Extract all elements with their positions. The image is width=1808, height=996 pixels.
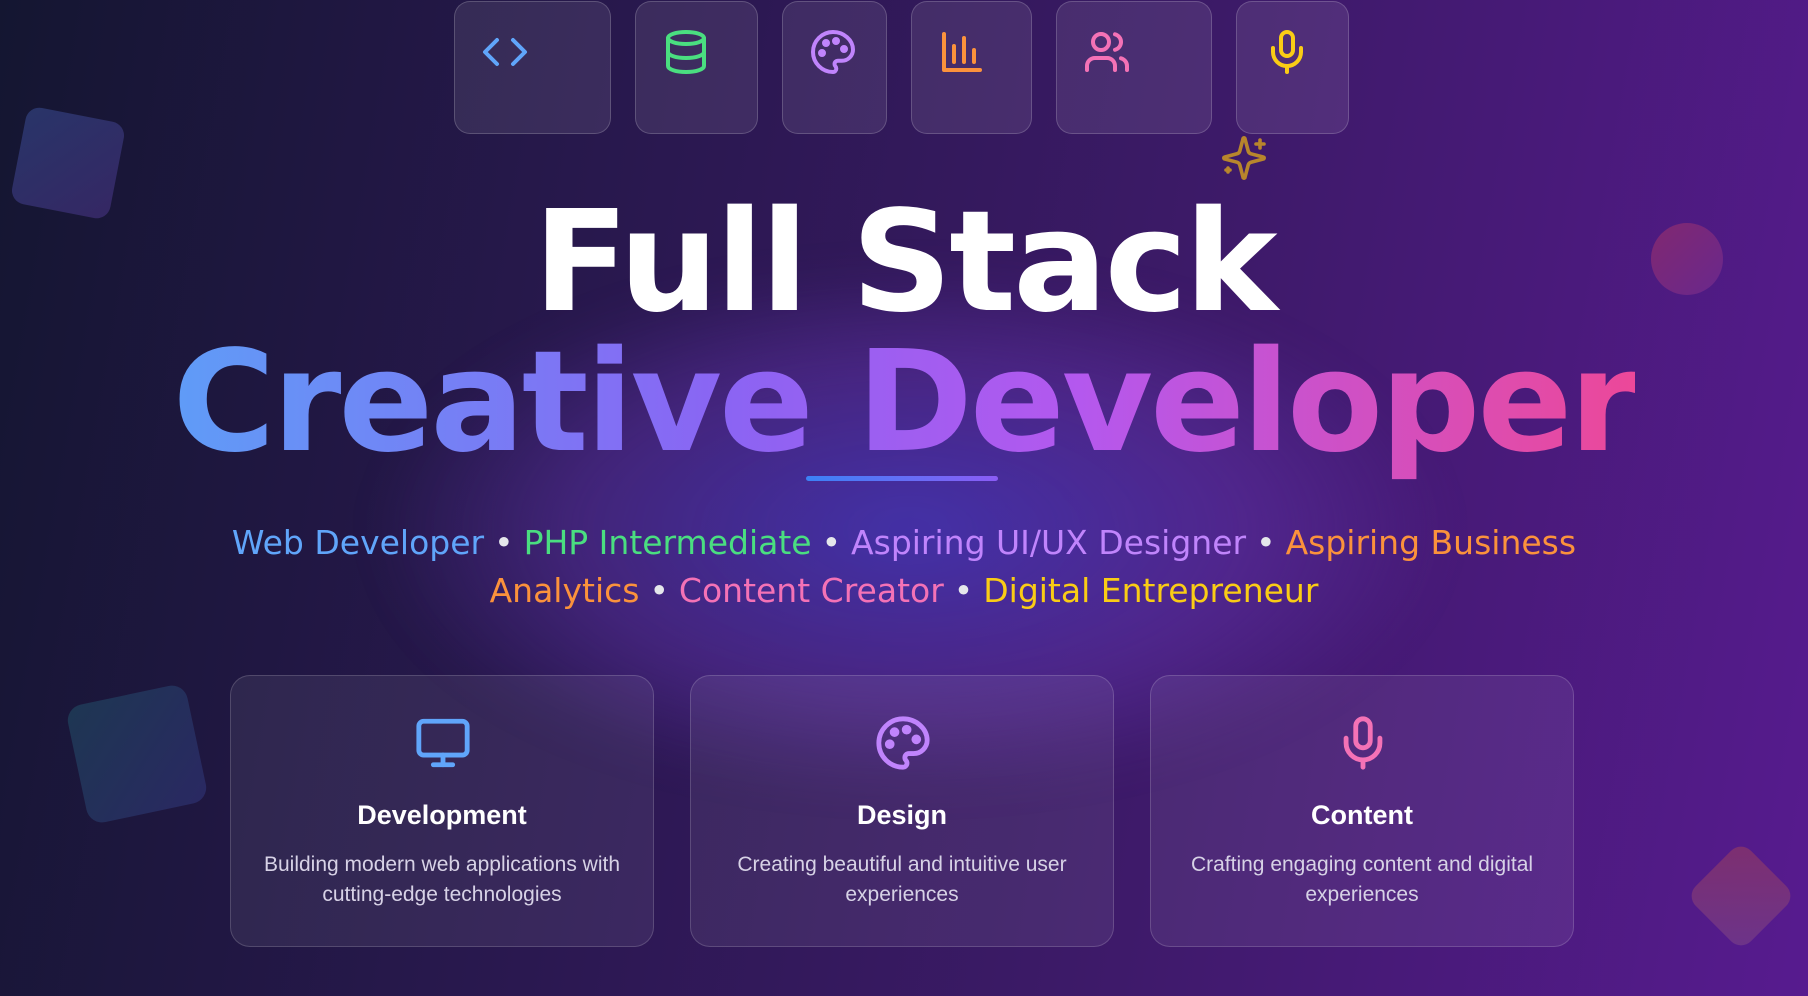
card-description: Crafting engaging content and digital ex… — [1190, 853, 1534, 906]
microphone-icon — [1271, 30, 1303, 74]
role-web-developer: Web Developer — [231, 523, 485, 562]
sparkles-icon — [1222, 136, 1266, 180]
bar-chart-icon — [942, 32, 982, 72]
role-separator: • — [953, 571, 974, 610]
tool-card-microphone[interactable] — [1236, 1, 1349, 134]
service-card-content[interactable]: Content Crafting engaging content and di… — [1150, 675, 1574, 947]
tool-card-code[interactable] — [454, 1, 611, 134]
tool-card-analytics[interactable] — [911, 1, 1032, 134]
role-content-creator: Content Creator — [678, 571, 944, 610]
code-icon — [483, 38, 527, 66]
microphone-icon — [1343, 716, 1383, 770]
card-title: Design — [856, 800, 948, 830]
skill-icon-bar — [0, 0, 1808, 140]
hero-subtitle: Creative Developer — [0, 318, 1808, 488]
roles-list: Web Developer • PHP Intermediate • Aspiring … — [220, 519, 1588, 615]
database-icon — [666, 30, 706, 74]
tool-card-database[interactable] — [635, 1, 758, 134]
floating-square-decoration — [64, 682, 210, 826]
palette-icon — [811, 30, 855, 74]
card-title: Content — [1311, 800, 1413, 830]
floating-diamond-decoration — [1685, 840, 1797, 952]
title-underline — [806, 476, 998, 481]
tool-card-palette[interactable] — [782, 1, 887, 134]
service-card-development[interactable]: Development Building modern web applicat… — [230, 675, 654, 947]
card-description: Building modern web applications with cu… — [263, 853, 621, 906]
role-separator: • — [1256, 523, 1276, 562]
role-separator: • — [649, 571, 669, 610]
role-digital-entrepreneur: Digital Entrepreneur — [983, 571, 1319, 610]
card-title: Development — [357, 800, 527, 830]
service-card-design[interactable]: Design Creating beautiful and intuitive … — [690, 675, 1114, 947]
role-php-intermediate: PHP Intermediate — [523, 523, 812, 562]
role-uiux-designer: Aspiring UI/UX Designer — [851, 523, 1247, 562]
users-icon — [1085, 32, 1129, 72]
role-separator: • — [821, 523, 842, 562]
role-separator: • — [494, 523, 514, 562]
palette-icon — [876, 716, 930, 770]
hero-subtitle-text: Creative Developer — [172, 321, 1639, 484]
tool-card-users[interactable] — [1056, 1, 1212, 134]
monitor-icon — [416, 718, 470, 768]
card-description: Creating beautiful and intuitive user ex… — [737, 853, 1067, 906]
